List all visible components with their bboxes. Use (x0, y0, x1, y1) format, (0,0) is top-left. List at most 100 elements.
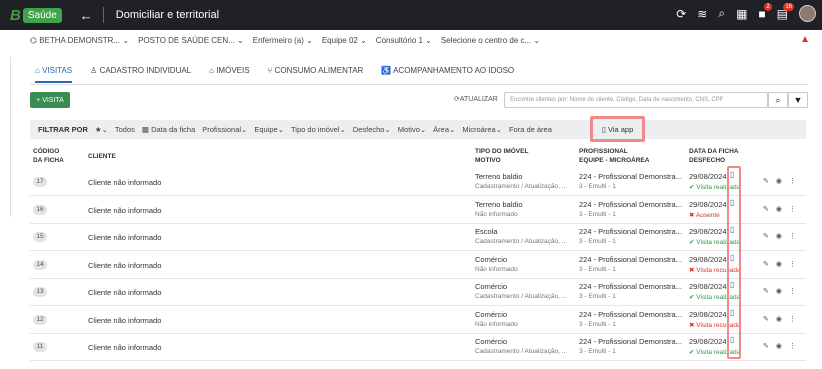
tab-imoveis[interactable]: ⌂ IMÓVEIS (209, 66, 249, 83)
context-office[interactable]: Consultório 1 ⌄ (376, 36, 432, 45)
app-logo[interactable]: B Saúde (10, 7, 62, 24)
status-icon: ✔ (689, 184, 695, 191)
search-button[interactable]: ⌕ (768, 92, 788, 108)
visit-reason: Cadastramento / Atualização, ... (475, 348, 568, 355)
table-row[interactable]: 12 Cliente não informado Comércio Não infor… (30, 306, 806, 334)
table-row[interactable]: 14 Cliente não informado Comércio Não infor… (30, 251, 806, 279)
context-role[interactable]: Enfermeiro (a) ⌄ (253, 36, 313, 45)
visit-reason: Não informado (475, 265, 518, 273)
messages-icon[interactable]: ▤ 16 (777, 2, 794, 21)
edit-icon[interactable]: ✎ (763, 177, 769, 185)
property-type: Comércio (475, 309, 508, 319)
edit-icon[interactable]: ✎ (763, 260, 769, 268)
view-icon[interactable]: ◉ (776, 287, 782, 295)
add-visit-button[interactable]: + VISITA (30, 92, 70, 108)
search-icon[interactable]: ⌕ (718, 6, 725, 21)
record-date: 29/08/2024 (689, 199, 727, 209)
more-icon[interactable]: ⋮ (789, 315, 796, 323)
visit-reason: Não informado (475, 210, 518, 218)
status-icon: ✖ (689, 321, 695, 329)
row-actions: ✎ ◉ ⋮ (763, 205, 796, 213)
professional: 224 - Profissional Demonstra... (579, 282, 682, 291)
row-actions: ✎ ◉ ⋮ (763, 232, 796, 240)
warning-icon[interactable]: ▲ (800, 34, 810, 45)
client-name[interactable]: Cliente não informado (88, 343, 161, 352)
row-actions: ✎ ◉ ⋮ (763, 260, 796, 268)
view-icon[interactable]: ◉ (776, 342, 782, 350)
filter-date[interactable]: ▦ Data da ficha (142, 125, 195, 134)
context-bar: ⌬ BETHA DEMONSTR... ⌄ POSTO DE SAÚDE CEN… (30, 30, 540, 50)
table-row[interactable]: 16 Cliente não informado Terreno baldio Não… (30, 196, 806, 224)
filter-desfecho[interactable]: Desfecho⌄ (353, 125, 391, 134)
view-icon[interactable]: ◉ (776, 260, 782, 268)
edit-icon[interactable]: ✎ (763, 232, 769, 240)
filter-fora-area[interactable]: Fora de área (509, 125, 552, 134)
filter-profissional[interactable]: Profissional⌄ (202, 125, 247, 134)
tab-divider (30, 84, 808, 85)
tabs: ⌂ VISITAS ♙ CADASTRO INDIVIDUAL ⌂ IMÓVEI… (35, 66, 514, 83)
client-name[interactable]: Cliente não informado (88, 233, 161, 242)
notifications-icon[interactable]: ■ 2 (758, 2, 772, 21)
sync-icon[interactable]: ⟳ (676, 7, 686, 21)
back-arrow-icon[interactable]: ← (80, 8, 93, 23)
tab-visitas[interactable]: ⌂ VISITAS (35, 66, 73, 83)
more-icon[interactable]: ⋮ (789, 177, 796, 185)
team-microarea: 3 - Emulti - 1 (579, 265, 616, 273)
context-cost-center[interactable]: Selecione o centro de c... ⌄ (441, 36, 540, 45)
filter-area[interactable]: Área⌄ (433, 125, 455, 134)
row-actions: ✎ ◉ ⋮ (763, 287, 796, 295)
view-icon[interactable]: ◉ (776, 232, 782, 240)
wifi-icon[interactable]: ≋ (697, 7, 707, 21)
context-unit[interactable]: POSTO DE SAÚDE CEN... ⌄ (138, 36, 244, 45)
more-icon[interactable]: ⋮ (789, 205, 796, 213)
table-row[interactable]: 11 Cliente não informado Comércio Cadastram… (30, 333, 806, 361)
avatar[interactable] (799, 5, 816, 22)
client-name[interactable]: Cliente não informado (88, 178, 161, 187)
client-name[interactable]: Cliente não informado (88, 261, 161, 270)
tab-cadastro-individual[interactable]: ♙ CADASTRO INDIVIDUAL (90, 66, 191, 83)
row-actions: ✎ ◉ ⋮ (763, 177, 796, 185)
status-icon: ✖ (689, 266, 695, 274)
table-row[interactable]: 17 Cliente não informado Terreno baldio Cad… (30, 168, 806, 196)
more-icon[interactable]: ⋮ (789, 342, 796, 350)
header-type[interactable]: TIPO DO IMÓVEL MOTIVO (475, 147, 528, 165)
more-icon[interactable]: ⋮ (789, 287, 796, 295)
client-name[interactable]: Cliente não informado (88, 316, 161, 325)
header-code[interactable]: CÓDIGO DA FICHA (33, 147, 64, 165)
filter-equipe[interactable]: Equipe⌄ (254, 125, 284, 134)
filter-via-app[interactable]: ▯ Via app (590, 116, 645, 142)
record-date: 29/08/2024 (689, 337, 727, 346)
edit-icon[interactable]: ✎ (763, 342, 769, 350)
filter-tipo-imovel[interactable]: Tipo do imóvel⌄ (291, 125, 346, 134)
refresh-button[interactable]: ⟳ATUALIZAR (454, 95, 498, 103)
tab-consumo-alimentar[interactable]: ⑂ CONSUMO ALIMENTAR (268, 66, 364, 83)
header-client[interactable]: CLIENTE (88, 152, 116, 161)
filter-motivo[interactable]: Motivo⌄ (398, 125, 426, 134)
filter-button[interactable]: ▼ (788, 92, 808, 108)
edit-icon[interactable]: ✎ (763, 287, 769, 295)
filter-microarea[interactable]: Microárea⌄ (462, 125, 502, 134)
edit-icon[interactable]: ✎ (763, 205, 769, 213)
view-icon[interactable]: ◉ (776, 177, 782, 185)
header-professional[interactable]: PROFISSIONAL EQUIPE - MICROÁREA (579, 147, 649, 165)
client-name[interactable]: Cliente não informado (88, 206, 161, 215)
outcome-status: ✖ Ausente (689, 211, 720, 219)
tab-acompanhamento-idoso[interactable]: ♿ ACOMPANHAMENTO AO IDOSO (381, 66, 514, 83)
search-input[interactable]: Encontre clientes por: Nome do cliente, … (504, 92, 768, 108)
star-filter-icon[interactable]: ★⌄ (95, 125, 108, 134)
view-icon[interactable]: ◉ (776, 315, 782, 323)
page-title: Domiciliar e territorial (115, 9, 220, 21)
more-icon[interactable]: ⋮ (789, 232, 796, 240)
client-name[interactable]: Cliente não informado (88, 288, 161, 297)
filter-todos[interactable]: Todos (115, 125, 135, 134)
view-icon[interactable]: ◉ (776, 205, 782, 213)
edit-icon[interactable]: ✎ (763, 315, 769, 323)
table-row[interactable]: 15 Cliente não informado Escola Cadastramen… (30, 223, 806, 251)
header-date[interactable]: DATA DA FICHA DESFECHO (689, 147, 738, 165)
table-row[interactable]: 13 Cliente não informado Comércio Cadastram… (30, 278, 806, 306)
more-icon[interactable]: ⋮ (789, 260, 796, 268)
apps-grid-icon[interactable]: ▦ (736, 7, 747, 21)
visit-reason: Cadastramento / Atualização, ... (475, 183, 568, 190)
context-entity[interactable]: ⌬ BETHA DEMONSTR... ⌄ (30, 36, 129, 45)
context-team[interactable]: Equipe 02 ⌄ (322, 36, 367, 45)
